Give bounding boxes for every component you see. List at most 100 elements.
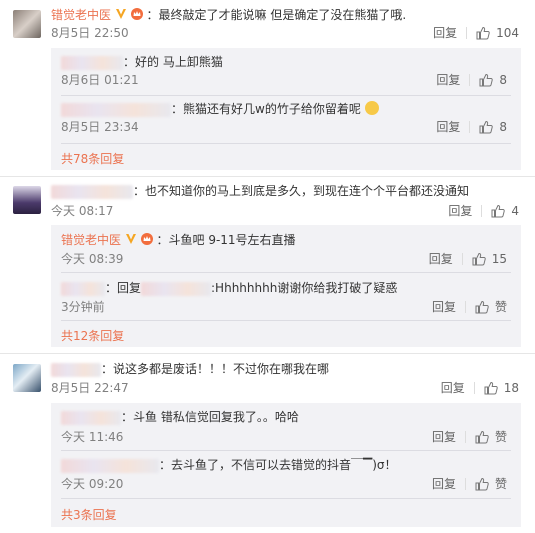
like-count: 4	[511, 204, 519, 218]
sub-reply: ：熊猫还有好几w的竹子给你留着呢 8月5日 23:34 回复 8	[51, 96, 521, 142]
comment-time: 8月5日 22:50	[51, 26, 129, 40]
thumb-up-icon[interactable]	[479, 73, 494, 87]
divider	[464, 478, 466, 490]
divider	[464, 431, 466, 443]
thumb-up-icon[interactable]	[484, 381, 498, 395]
sub-reply-text-line: ：好的 马上卸熊猫	[61, 54, 223, 70]
sub-reply-time: 今天 09:20	[61, 477, 124, 491]
sub-reply-time: 8月5日 23:34	[61, 120, 139, 134]
comment-thread: ：说这多都是废话！！！不过你在哪我在哪 8月5日 22:47 回复 18 ：斗鱼…	[0, 354, 535, 533]
like-count: 赞	[494, 430, 507, 444]
v-badge-icon	[115, 9, 126, 19]
divider	[481, 205, 483, 217]
blurred-username[interactable]	[51, 184, 133, 199]
sub-reply-actions: 回复 8	[436, 119, 507, 135]
sub-reply: ：好的 马上卸熊猫 8月6日 01:21 回复 8	[51, 48, 521, 95]
sub-replies: ：好的 马上卸熊猫 8月6日 01:21 回复 8 ：熊猫还有好几w的竹子给你留…	[51, 48, 521, 170]
reply-button[interactable]: 回复	[436, 119, 460, 135]
reply-button[interactable]: 回复	[433, 25, 457, 41]
sub-replies: ：斗鱼 错私信觉回复我了。。哈哈 今天 11:46 回复 赞 ：去斗鱼了，不信可…	[51, 403, 521, 527]
comment-thread: ：也不知道你的马上到底是多久，到现在连个个平台都还没通知 今天 08:17 回复…	[0, 177, 535, 352]
comment-actions: 回复 4	[448, 203, 519, 219]
author-name[interactable]: 错觉老中医	[61, 233, 121, 247]
thumb-up-icon[interactable]	[475, 430, 489, 444]
sub-reply-actions: 回复 赞	[432, 476, 507, 492]
avatar[interactable]	[13, 364, 41, 392]
comment-actions: 回复 104	[433, 25, 519, 41]
like-count: 赞	[494, 477, 507, 491]
thumb-up-icon[interactable]	[491, 204, 506, 218]
avatar[interactable]	[13, 10, 41, 38]
sub-reply-actions: 回复 赞	[432, 429, 507, 445]
thumb-up-icon[interactable]	[479, 120, 494, 134]
blurred-username[interactable]	[61, 55, 123, 70]
sub-reply-text-line: ：熊猫还有好几w的竹子给你留着呢	[61, 101, 379, 117]
sub-reply: ：斗鱼 错私信觉回复我了。。哈哈 今天 11:46 回复 赞	[51, 403, 521, 450]
like-count: 赞	[494, 300, 507, 314]
blurred-username[interactable]	[61, 410, 121, 425]
divider	[473, 382, 475, 394]
sub-reply-text: ：去斗鱼了，不信可以去错觉的抖音￣▔)σ！	[159, 458, 397, 472]
thumb-up-icon[interactable]	[475, 300, 489, 314]
sub-reply-text-line: ：回复 :Hhhhhhhh谢谢你给我打破了疑惑	[61, 280, 397, 296]
comment-text-line: ：也不知道你的马上到底是多久，到现在连个个平台都还没通知	[51, 183, 469, 199]
sub-reply-text: ：斗鱼吧 9-11号左右直播	[156, 233, 296, 247]
blurred-username[interactable]	[141, 281, 212, 296]
avatar[interactable]	[13, 186, 41, 214]
crown-badge-icon	[130, 8, 143, 20]
comment-time: 今天 08:17	[51, 204, 114, 218]
author-name[interactable]: 错觉老中医	[51, 8, 111, 22]
smiley-emoji-icon	[364, 101, 379, 115]
sub-reply-time: 8月6日 01:21	[61, 73, 139, 87]
thumb-up-icon[interactable]	[475, 477, 489, 491]
divider	[469, 74, 471, 86]
sub-reply-text-line: ：去斗鱼了，不信可以去错觉的抖音￣▔)σ！	[61, 457, 397, 473]
sub-reply-actions: 回复 赞	[432, 299, 507, 315]
reply-button[interactable]: 回复	[432, 299, 456, 315]
sub-replies: 错觉老中医 ：斗鱼吧 9-11号左右直播 今天 08:39 回复 15 ：回复:…	[51, 225, 521, 347]
v-badge-icon	[125, 234, 136, 244]
blurred-username[interactable]	[61, 458, 159, 473]
blurred-username[interactable]	[51, 362, 101, 377]
sub-reply-text-line: ：斗鱼 错私信觉回复我了。。哈哈	[61, 409, 299, 425]
reply-button[interactable]: 回复	[432, 429, 456, 445]
view-more-replies-link[interactable]: 共12条回复	[61, 327, 124, 344]
reply-button[interactable]: 回复	[429, 251, 453, 267]
like-count: 8	[499, 120, 507, 134]
divider	[61, 498, 511, 499]
view-more-replies-link[interactable]: 共78条回复	[61, 150, 124, 167]
like-count: 8	[499, 73, 507, 87]
comment-text: ：也不知道你的马上到底是多久，到现在连个个平台都还没通知	[133, 184, 470, 198]
comment-time: 8月5日 22:47	[51, 381, 129, 395]
sub-reply-text: ：好的 马上卸熊猫	[123, 55, 223, 69]
blurred-username[interactable]	[61, 102, 171, 117]
comment-actions: 回复 18	[441, 380, 519, 396]
sub-reply-actions: 回复 15	[429, 251, 507, 267]
sub-reply: ：去斗鱼了，不信可以去错觉的抖音￣▔)σ！ 今天 09:20 回复 赞	[51, 451, 521, 497]
reply-button[interactable]: 回复	[448, 203, 472, 219]
divider	[61, 320, 511, 321]
reply-button[interactable]: 回复	[436, 72, 460, 88]
divider	[469, 121, 471, 133]
divider	[464, 301, 466, 313]
view-more-replies-link[interactable]: 共3条回复	[61, 506, 117, 523]
divider	[466, 27, 468, 39]
sub-reply-text: ：斗鱼 错私信觉回复我了。。哈哈	[121, 410, 299, 424]
comment-text-line: ：说这多都是废话！！！不过你在哪我在哪	[51, 361, 329, 377]
comment-text: ：最终敲定了才能说嘛 但是确定了没在熊猫了哦.	[146, 8, 407, 22]
sub-reply-text: :Hhhhhhhh谢谢你给我打破了疑惑	[211, 281, 398, 295]
like-count: 15	[491, 252, 507, 266]
sub-reply-text-line: 错觉老中医 ：斗鱼吧 9-11号左右直播	[61, 232, 296, 248]
sub-reply: 错觉老中医 ：斗鱼吧 9-11号左右直播 今天 08:39 回复 15	[51, 225, 521, 272]
blurred-username[interactable]	[61, 281, 105, 296]
thumb-up-icon[interactable]	[472, 252, 486, 266]
reply-button[interactable]: 回复	[441, 380, 465, 396]
reply-prefix: ：回复	[105, 281, 142, 295]
crown-badge-icon	[140, 233, 153, 245]
reply-button[interactable]: 回复	[432, 476, 456, 492]
divider	[61, 143, 511, 144]
sub-reply: ：回复:Hhhhhhhh谢谢你给我打破了疑惑 3分钟前 回复 赞	[51, 273, 521, 319]
like-count: 18	[503, 381, 519, 395]
comment-text-line: 错觉老中医 ：最终敲定了才能说嘛 但是确定了没在熊猫了哦.	[51, 7, 406, 23]
thumb-up-icon[interactable]	[476, 26, 490, 40]
